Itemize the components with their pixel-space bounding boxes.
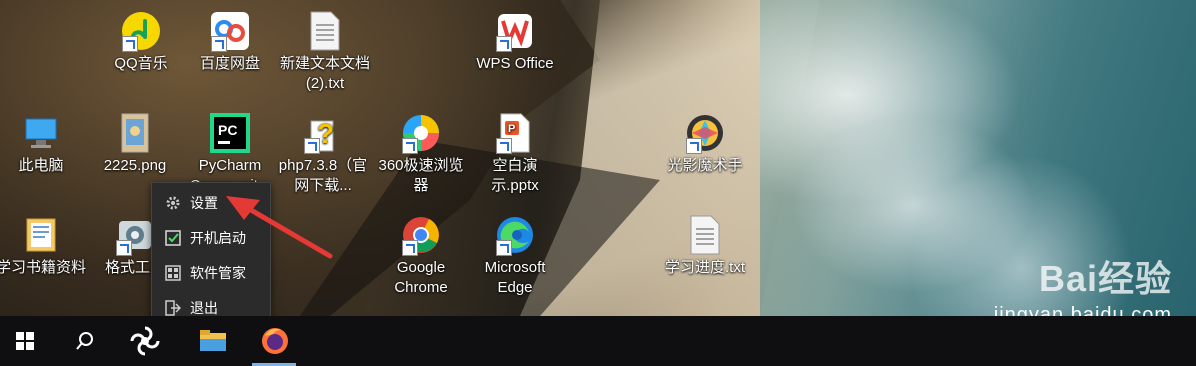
menu-item-label: 设置: [190, 194, 218, 211]
desktop-icon-study-progress[interactable]: 学习进度.txt: [660, 214, 750, 278]
desktop-icon-php-download[interactable]: ? php7.3.8（官网下载...: [278, 112, 368, 196]
folder-icon: [200, 330, 226, 351]
pycharm-icon: PC: [209, 112, 251, 154]
search-icon: [76, 332, 93, 350]
icon-label: 百度网盘: [199, 55, 260, 72]
start-button[interactable]: [0, 316, 50, 366]
baidu-jingyan-watermark: Bai经验 jingyan.baidu.com: [994, 250, 1172, 316]
grid-icon: [164, 264, 182, 282]
pptx-file-icon: P: [494, 112, 536, 154]
edge-icon: [494, 214, 536, 256]
icon-label: 360极速浏览器: [378, 157, 464, 194]
wps-office-icon: [494, 10, 536, 52]
format-factory-icon: [114, 214, 156, 256]
icon-label: 2225.png: [103, 157, 167, 174]
computer-icon: [20, 112, 62, 154]
menu-item-label: 软件管家: [190, 264, 246, 281]
svg-text:P: P: [508, 123, 515, 135]
icon-label: 光影魔术手: [667, 157, 743, 174]
exit-icon: [164, 299, 182, 317]
app-icon: [130, 326, 160, 356]
windows-icon: [16, 332, 34, 350]
desktop-icon-qq-music[interactable]: QQ音乐: [96, 10, 186, 74]
unknown-file-icon: ?: [302, 112, 344, 154]
image-file-icon: [114, 112, 156, 154]
firefox-icon: [262, 328, 288, 354]
menu-item-label: 退出: [190, 299, 218, 316]
desktop-icon-new-text-doc[interactable]: 新建文本文档 (2).txt: [280, 10, 370, 94]
app-button[interactable]: [120, 316, 170, 366]
file-explorer-button[interactable]: [188, 316, 238, 366]
desktop-icon-google-chrome[interactable]: Google Chrome: [376, 214, 466, 298]
icon-label: 新建文本文档 (2).txt: [280, 55, 371, 92]
desktop-icon-baidu-netdisk[interactable]: 百度网盘: [185, 10, 275, 74]
folder-icon: [20, 214, 62, 256]
watermark-url: jingyan.baidu.com: [993, 304, 1172, 316]
menu-item-software-manager[interactable]: 软件管家: [152, 255, 270, 290]
search-button[interactable]: [60, 316, 110, 366]
gear-icon: [164, 194, 182, 212]
text-file-icon: [304, 10, 346, 52]
camera-aperture-icon: [684, 112, 726, 154]
firefox-button[interactable]: [250, 316, 300, 366]
icon-label: 学习进度.txt: [664, 259, 745, 276]
icon-label: 此电脑: [18, 157, 64, 174]
qq-music-icon: [120, 10, 162, 52]
desktop-icon-study-books[interactable]: 学习书籍资料: [0, 214, 86, 278]
icon-label: QQ音乐: [114, 55, 168, 72]
desktop-icon-blank-pptx[interactable]: P 空白演示.pptx: [470, 112, 560, 196]
chrome-icon: [400, 214, 442, 256]
taskbar: [0, 316, 1196, 366]
icon-label: WPS Office: [476, 55, 554, 72]
annotation-arrow: [226, 196, 333, 259]
desktop-icon-this-pc[interactable]: 此电脑: [0, 112, 86, 176]
desktop-icon-360-browser[interactable]: 360极速浏览器: [376, 112, 466, 196]
360-browser-icon: [400, 112, 442, 154]
desktop-icon-microsoft-edge[interactable]: Microsoft Edge: [470, 214, 560, 298]
icon-label: Google Chrome: [394, 259, 448, 296]
icon-label: 学习书籍资料: [0, 259, 87, 276]
desktop-icon-2225-png[interactable]: 2225.png: [90, 112, 180, 176]
desktop-wallpaper: QQ音乐 百度网盘 新建文本文档 (2).txt WPS Office 此电脑 …: [0, 0, 1196, 316]
desktop-icon-neoimaging[interactable]: 光影魔术手: [660, 112, 750, 176]
baidu-netdisk-icon: [209, 10, 251, 52]
menu-item-exit[interactable]: 退出: [152, 290, 270, 316]
text-file-icon: [684, 214, 726, 256]
icon-label: 空白演示.pptx: [491, 157, 539, 194]
desktop-icon-wps-office[interactable]: WPS Office: [470, 10, 560, 74]
svg-text:PC: PC: [218, 122, 237, 138]
icon-label: Microsoft Edge: [484, 259, 546, 296]
watermark-logo: Bai经验: [1038, 258, 1172, 299]
checkbox-icon: [164, 229, 182, 247]
